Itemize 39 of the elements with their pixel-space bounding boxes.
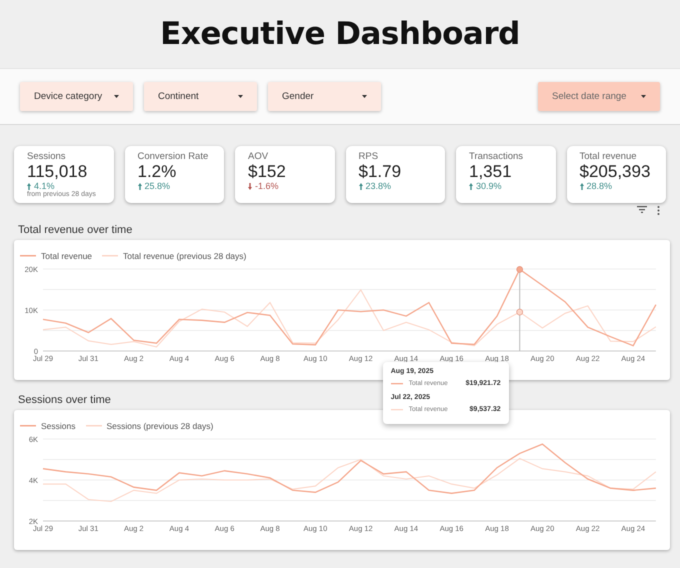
kpi-label: Conversion Rate — [138, 151, 210, 162]
data-point — [516, 308, 523, 316]
filter-dropdown[interactable]: Gender — [268, 82, 381, 111]
legend-label: Sessions — [41, 421, 76, 431]
kpi-change: -1.6% — [255, 181, 279, 191]
kpi-label: RPS — [358, 151, 380, 162]
more-icon[interactable] — [657, 206, 660, 215]
data-point — [516, 266, 523, 273]
legend-label: Total revenue — [41, 251, 92, 261]
kpi-value: 115,018 — [27, 162, 88, 181]
legend-line-icon — [390, 408, 403, 410]
chart-title: Sessions over time — [18, 393, 111, 406]
kpi-value: $205,393 — [580, 162, 652, 181]
kpi-change: 30.9% — [476, 181, 502, 191]
kpi-change: 23.8% — [366, 181, 392, 191]
legend-label: Total revenue (previous 28 days) — [123, 251, 246, 261]
kpi-value: 1.2% — [138, 162, 178, 181]
filter-dropdown[interactable]: Continent — [144, 82, 257, 111]
chart-title: Total revenue over time — [18, 224, 132, 236]
kpi-change: 4.1% — [34, 181, 55, 191]
filter-dropdown[interactable]: Device category — [20, 82, 133, 111]
filter-icon[interactable] — [637, 206, 647, 213]
caret-icon — [362, 95, 367, 98]
kpi-label: AOV — [248, 151, 270, 162]
legend-label: Sessions (previous 28 days) — [106, 421, 214, 431]
caret-icon — [114, 95, 119, 98]
kpi-value: $1.79 — [358, 162, 402, 181]
kpi-label: Sessions — [27, 151, 67, 162]
caret-icon — [641, 95, 646, 98]
date-range-dropdown[interactable]: Select date range — [538, 82, 660, 111]
kpi-value: 1,351 — [469, 162, 513, 181]
kpi-value: $152 — [248, 162, 287, 181]
kpi-label: Total revenue — [580, 151, 638, 162]
kpi-change: 25.8% — [144, 181, 170, 191]
kpi-change: 28.8% — [586, 181, 612, 191]
kpi-label: Transactions — [469, 151, 524, 162]
legend-line-icon — [390, 382, 403, 384]
caret-icon — [238, 95, 243, 98]
dashboard-title: Executive Dashboard — [160, 16, 520, 52]
